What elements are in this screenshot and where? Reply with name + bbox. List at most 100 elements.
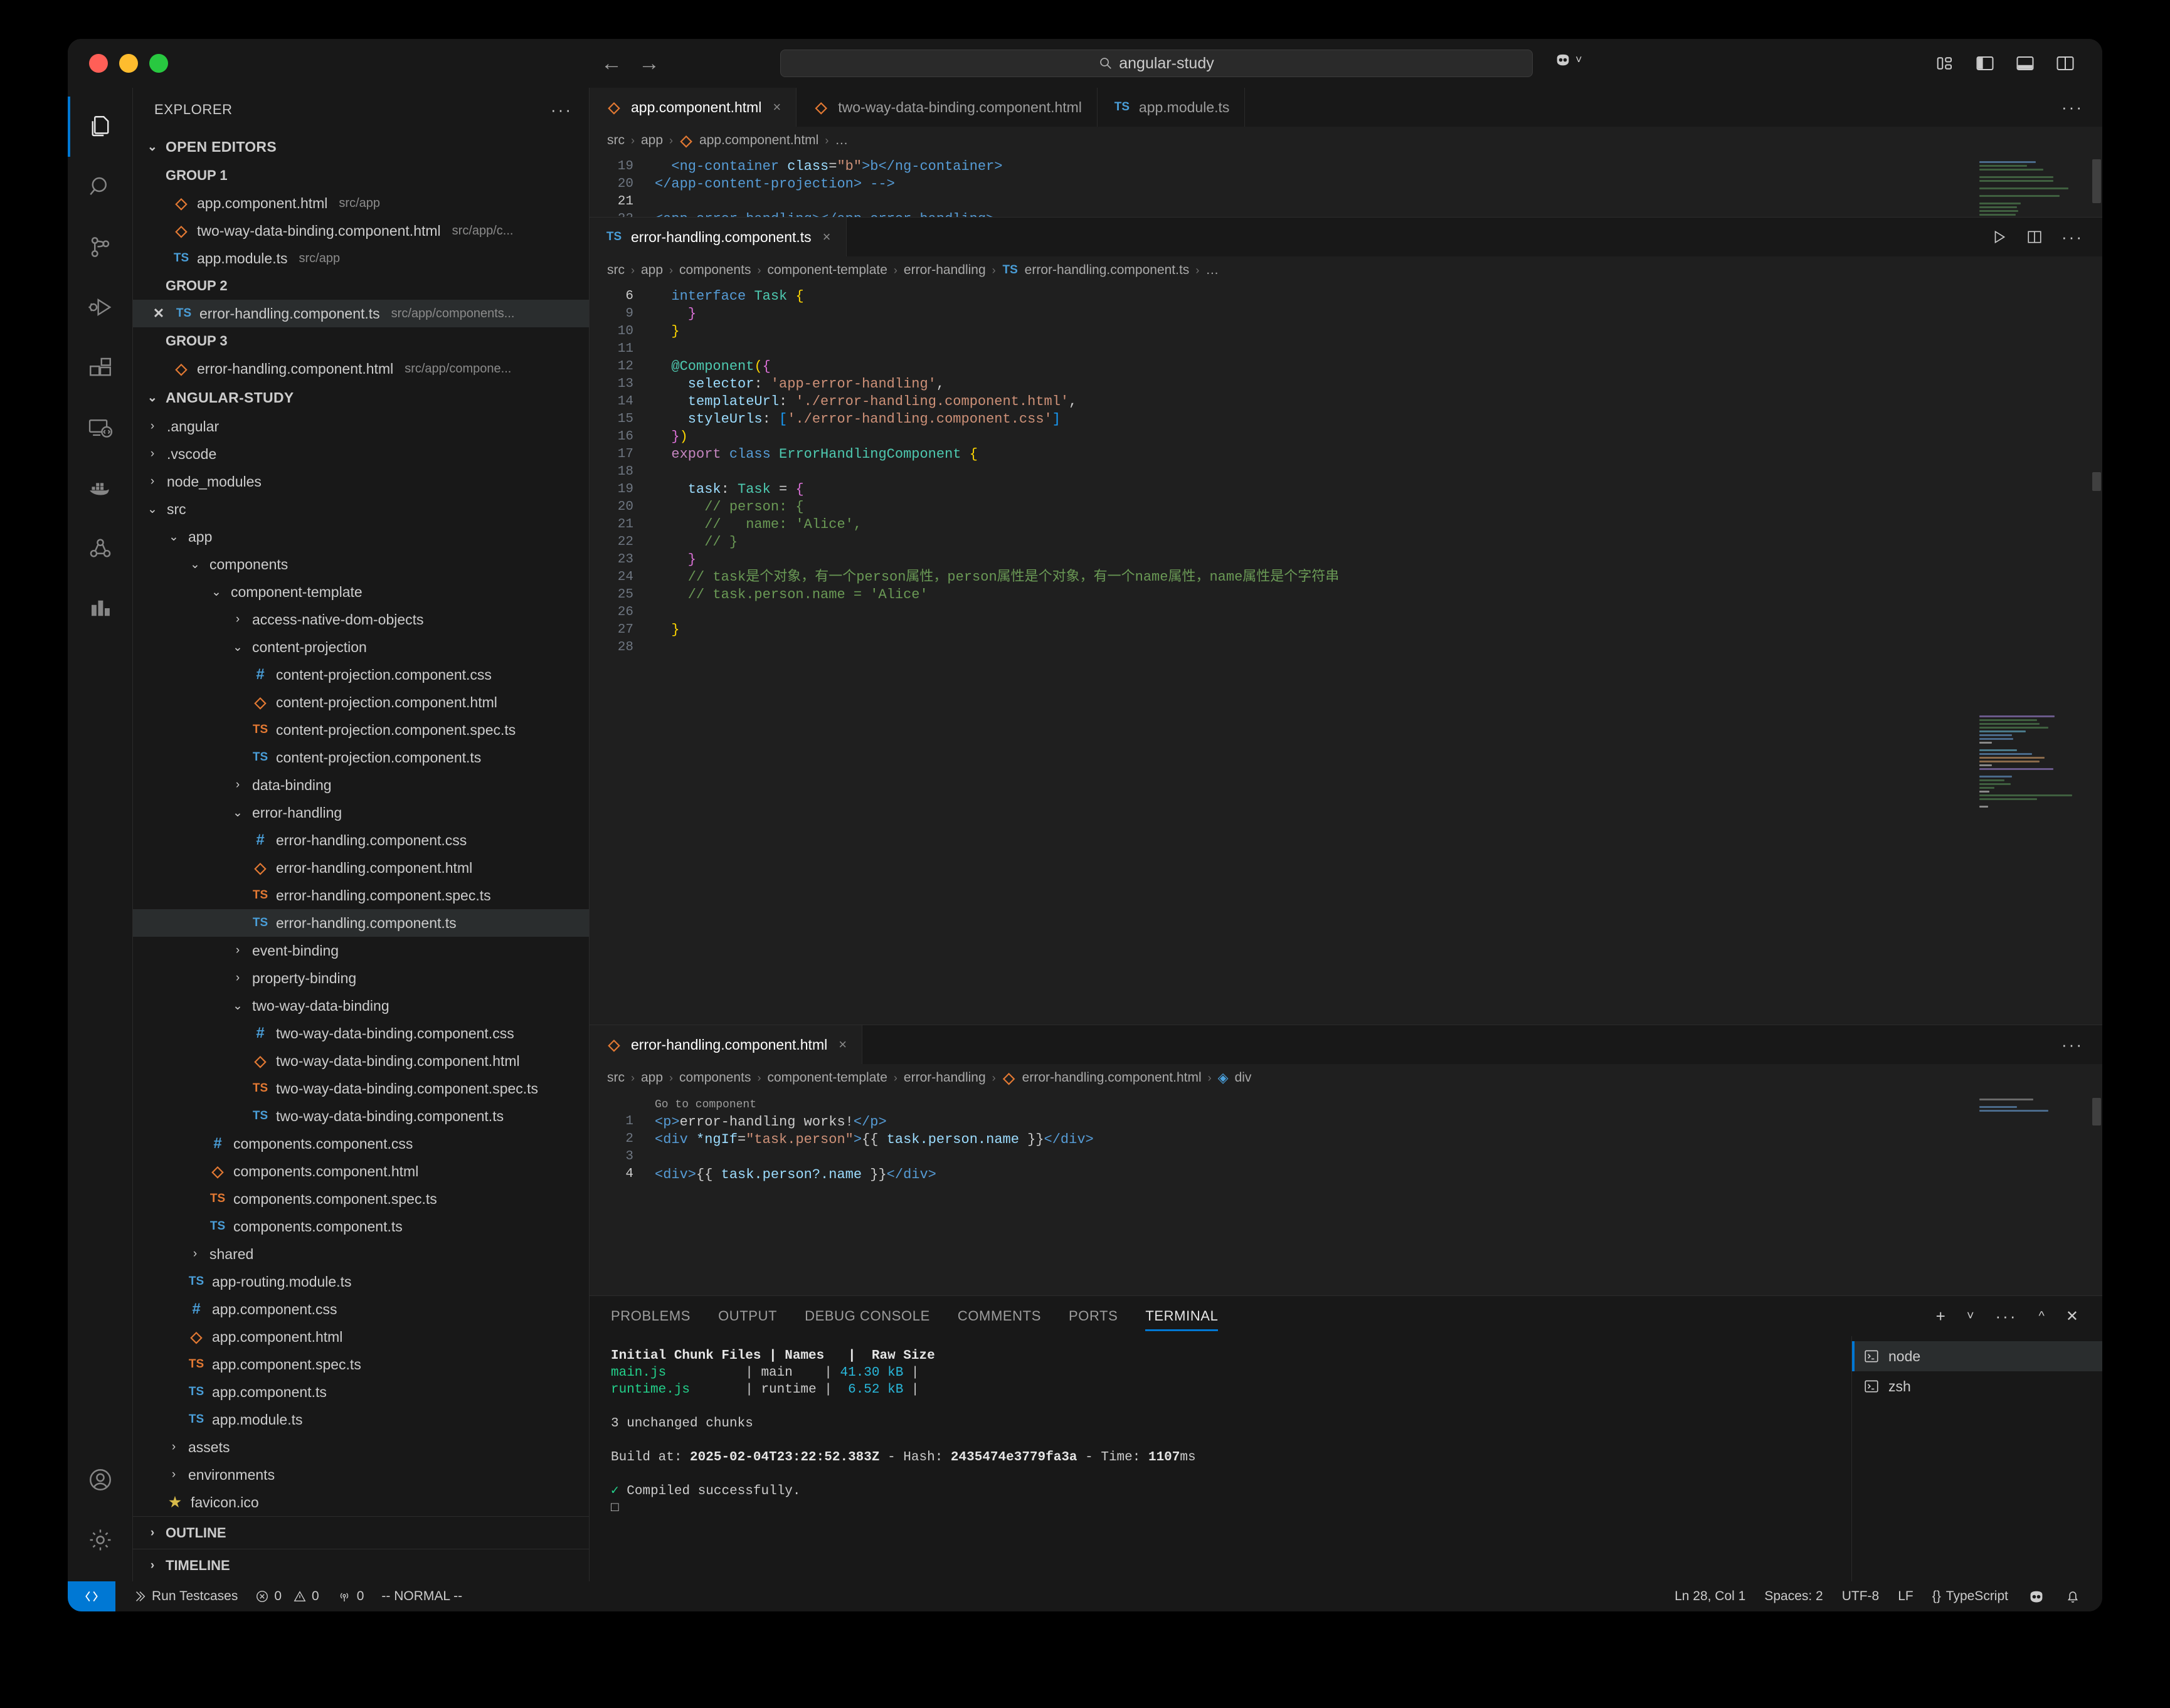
activity-source-control[interactable] <box>68 217 133 277</box>
editor-group-2-more-icon[interactable]: ··· <box>2062 228 2083 247</box>
breadcrumb-item[interactable]: error-handling <box>904 1070 986 1085</box>
breadcrumb-item[interactable]: error-handling <box>904 263 986 278</box>
tree-row[interactable]: TScomponents.component.ts <box>133 1213 589 1240</box>
chevron-right-icon[interactable]: › <box>166 1468 182 1482</box>
toggle-primary-sidebar-icon[interactable] <box>1976 55 1994 72</box>
tree-row[interactable]: ★favicon.ico <box>133 1489 589 1516</box>
open-editor-item[interactable]: ◇two-way-data-binding.component.htmlsrc/… <box>133 217 589 245</box>
breadcrumb-item[interactable]: app <box>641 133 663 148</box>
panel-more-icon[interactable]: ··· <box>1996 1307 2018 1326</box>
terminal-item-zsh[interactable]: zsh <box>1852 1371 2102 1401</box>
open-editors-section-header[interactable]: ⌄ OPEN EDITORS <box>133 132 589 162</box>
customize-layout-icon[interactable] <box>1935 54 1954 73</box>
tree-row[interactable]: TSapp-routing.module.ts <box>133 1268 589 1295</box>
encoding-setting[interactable]: UTF-8 <box>1842 1589 1880 1604</box>
tree-row[interactable]: ›environments <box>133 1461 589 1489</box>
layout-controls[interactable] <box>1935 39 2075 88</box>
breadcrumb-item[interactable]: component-template <box>767 263 887 278</box>
close-panel-icon[interactable]: ✕ <box>2066 1307 2078 1326</box>
tree-row[interactable]: #components.component.css <box>133 1130 589 1157</box>
tree-row[interactable]: ⌄component-template <box>133 578 589 606</box>
tree-row[interactable]: ⌄components <box>133 551 589 578</box>
minimap-2[interactable] <box>1971 284 2102 1025</box>
tree-row[interactable]: ⌄src <box>133 495 589 523</box>
tree-row[interactable]: TScontent-projection.component.ts <box>133 744 589 771</box>
editor-group-1-more-actions[interactable]: ··· <box>2062 98 2083 117</box>
tab-app-module-ts[interactable]: TS app.module.ts <box>1098 88 1245 127</box>
tree-row[interactable]: ◇content-projection.component.html <box>133 688 589 716</box>
tab-comments[interactable]: COMMENTS <box>958 1296 1041 1336</box>
activity-testing[interactable] <box>68 518 133 578</box>
close-editor-icon[interactable]: ✕ <box>149 305 168 322</box>
breadcrumb-item[interactable]: error-handling.component.html <box>1022 1070 1202 1085</box>
tree-row[interactable]: #error-handling.component.css <box>133 826 589 854</box>
tab-app-component-html[interactable]: ◇ app.component.html × <box>590 88 797 127</box>
tab-two-way-data-binding-component-html[interactable]: ◇ two-way-data-binding.component.html <box>797 88 1098 127</box>
activity-run-and-debug[interactable] <box>68 277 133 337</box>
activity-extensions[interactable] <box>68 337 133 398</box>
editor-group-2-breadcrumb[interactable]: src › app › components › component-templ… <box>590 256 2102 284</box>
chevron-down-icon[interactable]: ⌄ <box>230 640 246 655</box>
breadcrumb-item[interactable]: app.component.html <box>699 133 818 148</box>
activity-search[interactable] <box>68 157 133 217</box>
tab-error-handling-component-html[interactable]: ◇ error-handling.component.html × <box>590 1025 862 1064</box>
eol-setting[interactable]: LF <box>1898 1589 1913 1604</box>
activity-accounts[interactable] <box>68 1450 133 1510</box>
breadcrumb-item[interactable]: src <box>607 263 625 278</box>
tree-row[interactable]: ◇components.component.html <box>133 1157 589 1185</box>
outline-section-header[interactable]: › OUTLINE <box>133 1516 589 1549</box>
maximize-panel-icon[interactable]: ^ <box>2039 1309 2045 1324</box>
chevron-right-icon[interactable]: › <box>166 1440 182 1454</box>
chevron-down-icon[interactable]: ⌄ <box>166 530 182 544</box>
breadcrumb-item[interactable]: components <box>679 1070 751 1085</box>
tree-row[interactable]: ◇app.component.html <box>133 1323 589 1351</box>
timeline-section-header[interactable]: › TIMELINE <box>133 1549 589 1581</box>
terminal-output[interactable]: Initial Chunk Files | Names | Raw Size m… <box>590 1336 1851 1581</box>
tree-row[interactable]: ◇error-handling.component.html <box>133 854 589 882</box>
tree-row[interactable]: ⌄two-way-data-binding <box>133 992 589 1020</box>
tree-row[interactable]: ⌄content-projection <box>133 633 589 661</box>
tree-row[interactable]: #app.component.css <box>133 1295 589 1323</box>
tab-ports[interactable]: PORTS <box>1069 1296 1118 1336</box>
breadcrumb-item[interactable]: components <box>679 263 751 278</box>
activity-explorer[interactable] <box>68 97 133 157</box>
tree-row[interactable]: TScomponents.component.spec.ts <box>133 1185 589 1213</box>
chevron-right-icon[interactable]: › <box>144 419 161 433</box>
breadcrumb-item[interactable]: … <box>1205 263 1219 278</box>
open-editor-item[interactable]: ◇app.component.htmlsrc/app <box>133 189 589 217</box>
toggle-secondary-sidebar-icon[interactable] <box>2056 55 2075 72</box>
tree-row[interactable]: TSapp.module.ts <box>133 1406 589 1433</box>
close-window-button[interactable] <box>89 54 108 73</box>
editor-3-scrollbar[interactable] <box>2091 1092 2102 1295</box>
editor-position[interactable]: Ln 28, Col 1 <box>1675 1589 1745 1604</box>
chevron-down-icon[interactable]: ⌄ <box>187 557 203 572</box>
toggle-panel-icon[interactable] <box>2016 55 2035 72</box>
tree-row[interactable]: ›data-binding <box>133 771 589 799</box>
chevron-down-icon[interactable]: ˅ <box>1575 53 1582 66</box>
command-center-search[interactable]: angular-study <box>780 50 1533 77</box>
code-content-1[interactable]: <ng-container class="b">b</ng-container>… <box>643 154 1971 217</box>
chevron-right-icon[interactable]: › <box>144 475 161 488</box>
activity-docker[interactable] <box>68 458 133 518</box>
editor-group-1-breadcrumb[interactable]: src › app › ◇ app.component.html › … <box>590 127 2102 154</box>
tree-row[interactable]: TSerror-handling.component.spec.ts <box>133 882 589 909</box>
breadcrumb-item[interactable]: component-template <box>767 1070 887 1085</box>
maximize-window-button[interactable] <box>149 54 168 73</box>
activity-settings[interactable] <box>68 1510 133 1570</box>
tree-row[interactable]: ›access-native-dom-objects <box>133 606 589 633</box>
tree-row[interactable]: TSapp.component.spec.ts <box>133 1351 589 1378</box>
tree-row[interactable]: TStwo-way-data-binding.component.spec.ts <box>133 1075 589 1102</box>
chevron-right-icon[interactable]: › <box>230 944 246 957</box>
tree-row[interactable]: #two-way-data-binding.component.css <box>133 1020 589 1047</box>
code-content-3[interactable]: Go to component <p>error-handling works!… <box>643 1092 1971 1295</box>
chevron-down-icon[interactable]: ⌄ <box>144 502 161 517</box>
terminal-item-node[interactable]: node <box>1852 1341 2102 1371</box>
run-icon[interactable] <box>1991 229 2008 245</box>
editor-2-scrollbar[interactable] <box>2091 284 2102 1025</box>
editor-group-2-code[interactable]: 691011121314 1516171819202122 2324252627… <box>590 284 2102 1025</box>
tree-row[interactable]: ›property-binding <box>133 964 589 992</box>
breadcrumb-item[interactable]: src <box>607 133 625 148</box>
breadcrumb-item[interactable]: src <box>607 1070 625 1085</box>
editor-1-scrollbar[interactable] <box>2091 154 2102 217</box>
open-editor-item[interactable]: ◇error-handling.component.htmlsrc/app/co… <box>133 355 589 382</box>
